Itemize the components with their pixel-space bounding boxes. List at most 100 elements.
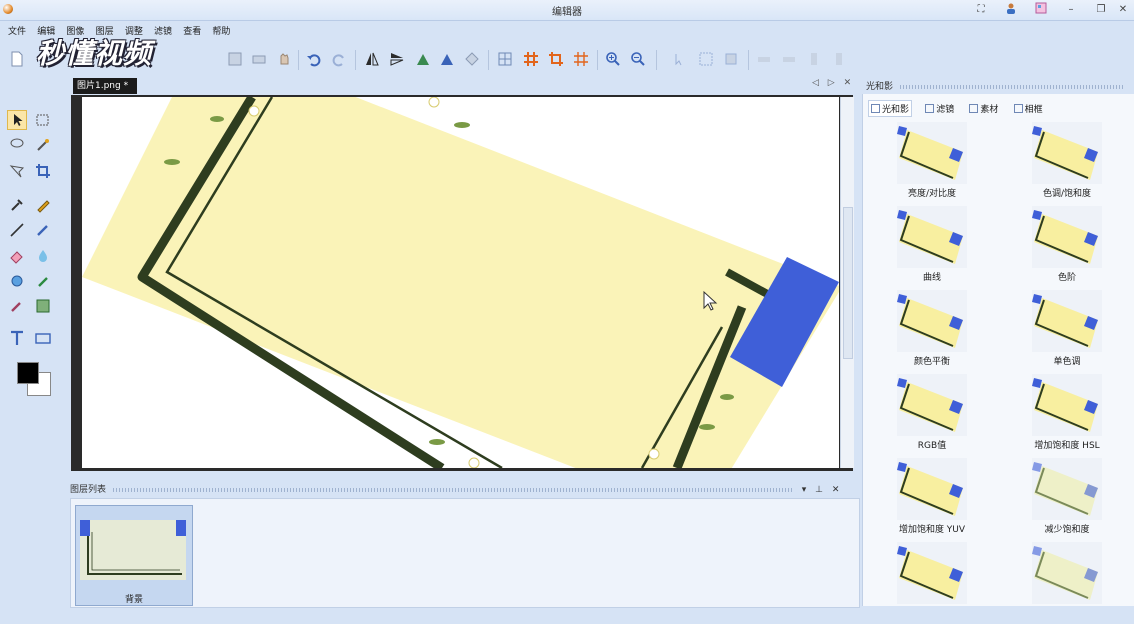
effect-item[interactable]: 色阶 xyxy=(1005,206,1115,288)
lasso-icon[interactable] xyxy=(7,135,27,155)
flip-vertical-icon[interactable] xyxy=(388,50,406,68)
zoom-out-icon[interactable] xyxy=(629,50,647,68)
effect-thumbnail xyxy=(897,374,967,436)
effect-label: 色调/饱和度 xyxy=(1042,189,1092,199)
effect-label: 曲线 xyxy=(922,273,941,283)
effect-item[interactable]: 单色调 xyxy=(1005,290,1115,372)
sharpen-icon[interactable] xyxy=(33,271,53,291)
effect-label: 颜色平衡 xyxy=(913,357,950,367)
crop-grid-icon[interactable] xyxy=(522,50,540,68)
menu-help[interactable]: 帮助 xyxy=(212,24,230,37)
rotate-free-icon[interactable] xyxy=(463,50,481,68)
fullscreen-icon[interactable]: ⛶ xyxy=(970,2,992,18)
effect-label: 亮度/对比度 xyxy=(907,189,957,199)
minimize-button[interactable]: – xyxy=(1060,2,1082,18)
layer-thumbnail xyxy=(80,520,186,580)
align-bottom-icon[interactable] xyxy=(830,50,848,68)
effect-label: RGB值 xyxy=(917,441,947,451)
print-icon[interactable] xyxy=(250,50,268,68)
move-tool-icon[interactable] xyxy=(7,110,27,130)
effect-item[interactable]: RGB值 xyxy=(870,374,980,456)
gradient-icon[interactable] xyxy=(33,296,53,316)
effect-thumbnail xyxy=(897,206,967,268)
close-button[interactable]: ✕ xyxy=(1112,2,1134,18)
crop-icon[interactable] xyxy=(547,50,565,68)
effects-panel-header: 光和影 xyxy=(866,80,1134,94)
grid-icon[interactable] xyxy=(496,50,514,68)
rotate-left-icon[interactable] xyxy=(414,50,432,68)
effect-item[interactable]: 亮度/对比度 xyxy=(870,122,980,204)
redo-icon[interactable] xyxy=(330,50,348,68)
pan-icon[interactable] xyxy=(275,50,293,68)
effect-item[interactable]: 曲线 xyxy=(870,206,980,288)
new-file-icon[interactable] xyxy=(8,50,26,68)
effect-item[interactable]: 色调/饱和度 xyxy=(1005,122,1115,204)
effect-thumbnail xyxy=(1032,374,1102,436)
panel-pin-icon[interactable]: ⊥ xyxy=(815,485,823,495)
paint-bucket-icon[interactable] xyxy=(7,296,27,316)
color-swatches[interactable] xyxy=(15,358,53,396)
scrollbar-thumb[interactable] xyxy=(843,207,853,359)
effect-label: 减少饱和度 xyxy=(1044,525,1090,535)
skin-icon[interactable] xyxy=(1030,2,1052,18)
tab-prev-icon[interactable]: ◁ xyxy=(812,78,819,88)
rect-select-icon[interactable] xyxy=(33,110,53,130)
menu-view[interactable]: 查看 xyxy=(183,24,201,37)
align-center-icon[interactable] xyxy=(780,50,798,68)
undo-icon[interactable] xyxy=(305,50,323,68)
actual-size-icon[interactable] xyxy=(722,50,740,68)
tab-controls: ◁ ▷ ✕ xyxy=(812,78,857,88)
rotate-right-icon[interactable] xyxy=(438,50,456,68)
tab-light-shadow[interactable]: 光和影 xyxy=(868,100,913,117)
tab-next-icon[interactable]: ▷ xyxy=(828,78,835,88)
line-icon[interactable] xyxy=(7,220,27,240)
effect-item[interactable]: 增加饱和度 YUV xyxy=(870,458,980,540)
align-right-icon[interactable] xyxy=(805,50,823,68)
eyedropper-icon[interactable] xyxy=(7,195,27,215)
eraser-icon[interactable] xyxy=(7,246,27,266)
canvas-vertical-scrollbar[interactable] xyxy=(840,97,854,468)
effect-thumbnail xyxy=(1032,122,1102,184)
rectangle-shape-icon[interactable] xyxy=(33,328,53,348)
tab-frames[interactable]: 相框 xyxy=(1012,101,1045,116)
tab-materials[interactable]: 素材 xyxy=(967,101,1000,116)
watermark-logo: 秒懂视频 xyxy=(36,37,153,70)
menu-file[interactable]: 文件 xyxy=(8,24,26,37)
clone-stamp-icon[interactable] xyxy=(7,271,27,291)
effect-item[interactable]: 增加饱和度 HSL xyxy=(1005,374,1115,456)
save-icon[interactable] xyxy=(226,50,244,68)
panel-close-icon[interactable]: ✕ xyxy=(832,485,840,495)
brush-icon[interactable] xyxy=(33,220,53,240)
effect-thumbnail xyxy=(897,122,967,184)
rotated-image xyxy=(82,97,839,468)
crop-tool-icon[interactable] xyxy=(33,161,53,181)
zoom-in-icon[interactable] xyxy=(604,50,622,68)
effect-item[interactable]: 减少饱和度 xyxy=(1005,458,1115,540)
panel-menu-icon[interactable]: ▾ xyxy=(802,485,807,495)
tab-close-icon[interactable]: ✕ xyxy=(844,78,852,88)
restore-button[interactable]: ❐ xyxy=(1090,2,1112,18)
layer-item[interactable]: 背景 xyxy=(75,505,193,606)
fit-window-icon[interactable] xyxy=(697,50,715,68)
menu-filter[interactable]: 滤镜 xyxy=(154,24,172,37)
flip-horizontal-icon[interactable] xyxy=(363,50,381,68)
image-canvas[interactable] xyxy=(82,97,839,468)
text-tool-icon[interactable] xyxy=(7,328,27,348)
effect-thumbnail xyxy=(897,542,967,604)
effect-item[interactable] xyxy=(870,542,980,624)
pencil-icon[interactable] xyxy=(33,195,53,215)
effect-thumbnail xyxy=(1032,542,1102,604)
layers-panel-title: 图层列表 xyxy=(70,485,107,495)
blur-drop-icon[interactable] xyxy=(33,246,53,266)
magic-wand-icon[interactable] xyxy=(33,135,53,155)
tab-filters[interactable]: 滤镜 xyxy=(923,101,956,116)
user-icon[interactable] xyxy=(1000,2,1022,18)
document-tab[interactable]: 图片1.png * xyxy=(73,78,137,94)
slice-icon[interactable] xyxy=(572,50,590,68)
effect-item[interactable] xyxy=(1005,542,1115,624)
effect-label: 增加饱和度 YUV xyxy=(898,525,966,535)
polygon-select-icon[interactable] xyxy=(7,161,27,181)
align-left-icon[interactable] xyxy=(755,50,773,68)
select-arrow-icon[interactable] xyxy=(670,50,688,68)
effect-item[interactable]: 颜色平衡 xyxy=(870,290,980,372)
